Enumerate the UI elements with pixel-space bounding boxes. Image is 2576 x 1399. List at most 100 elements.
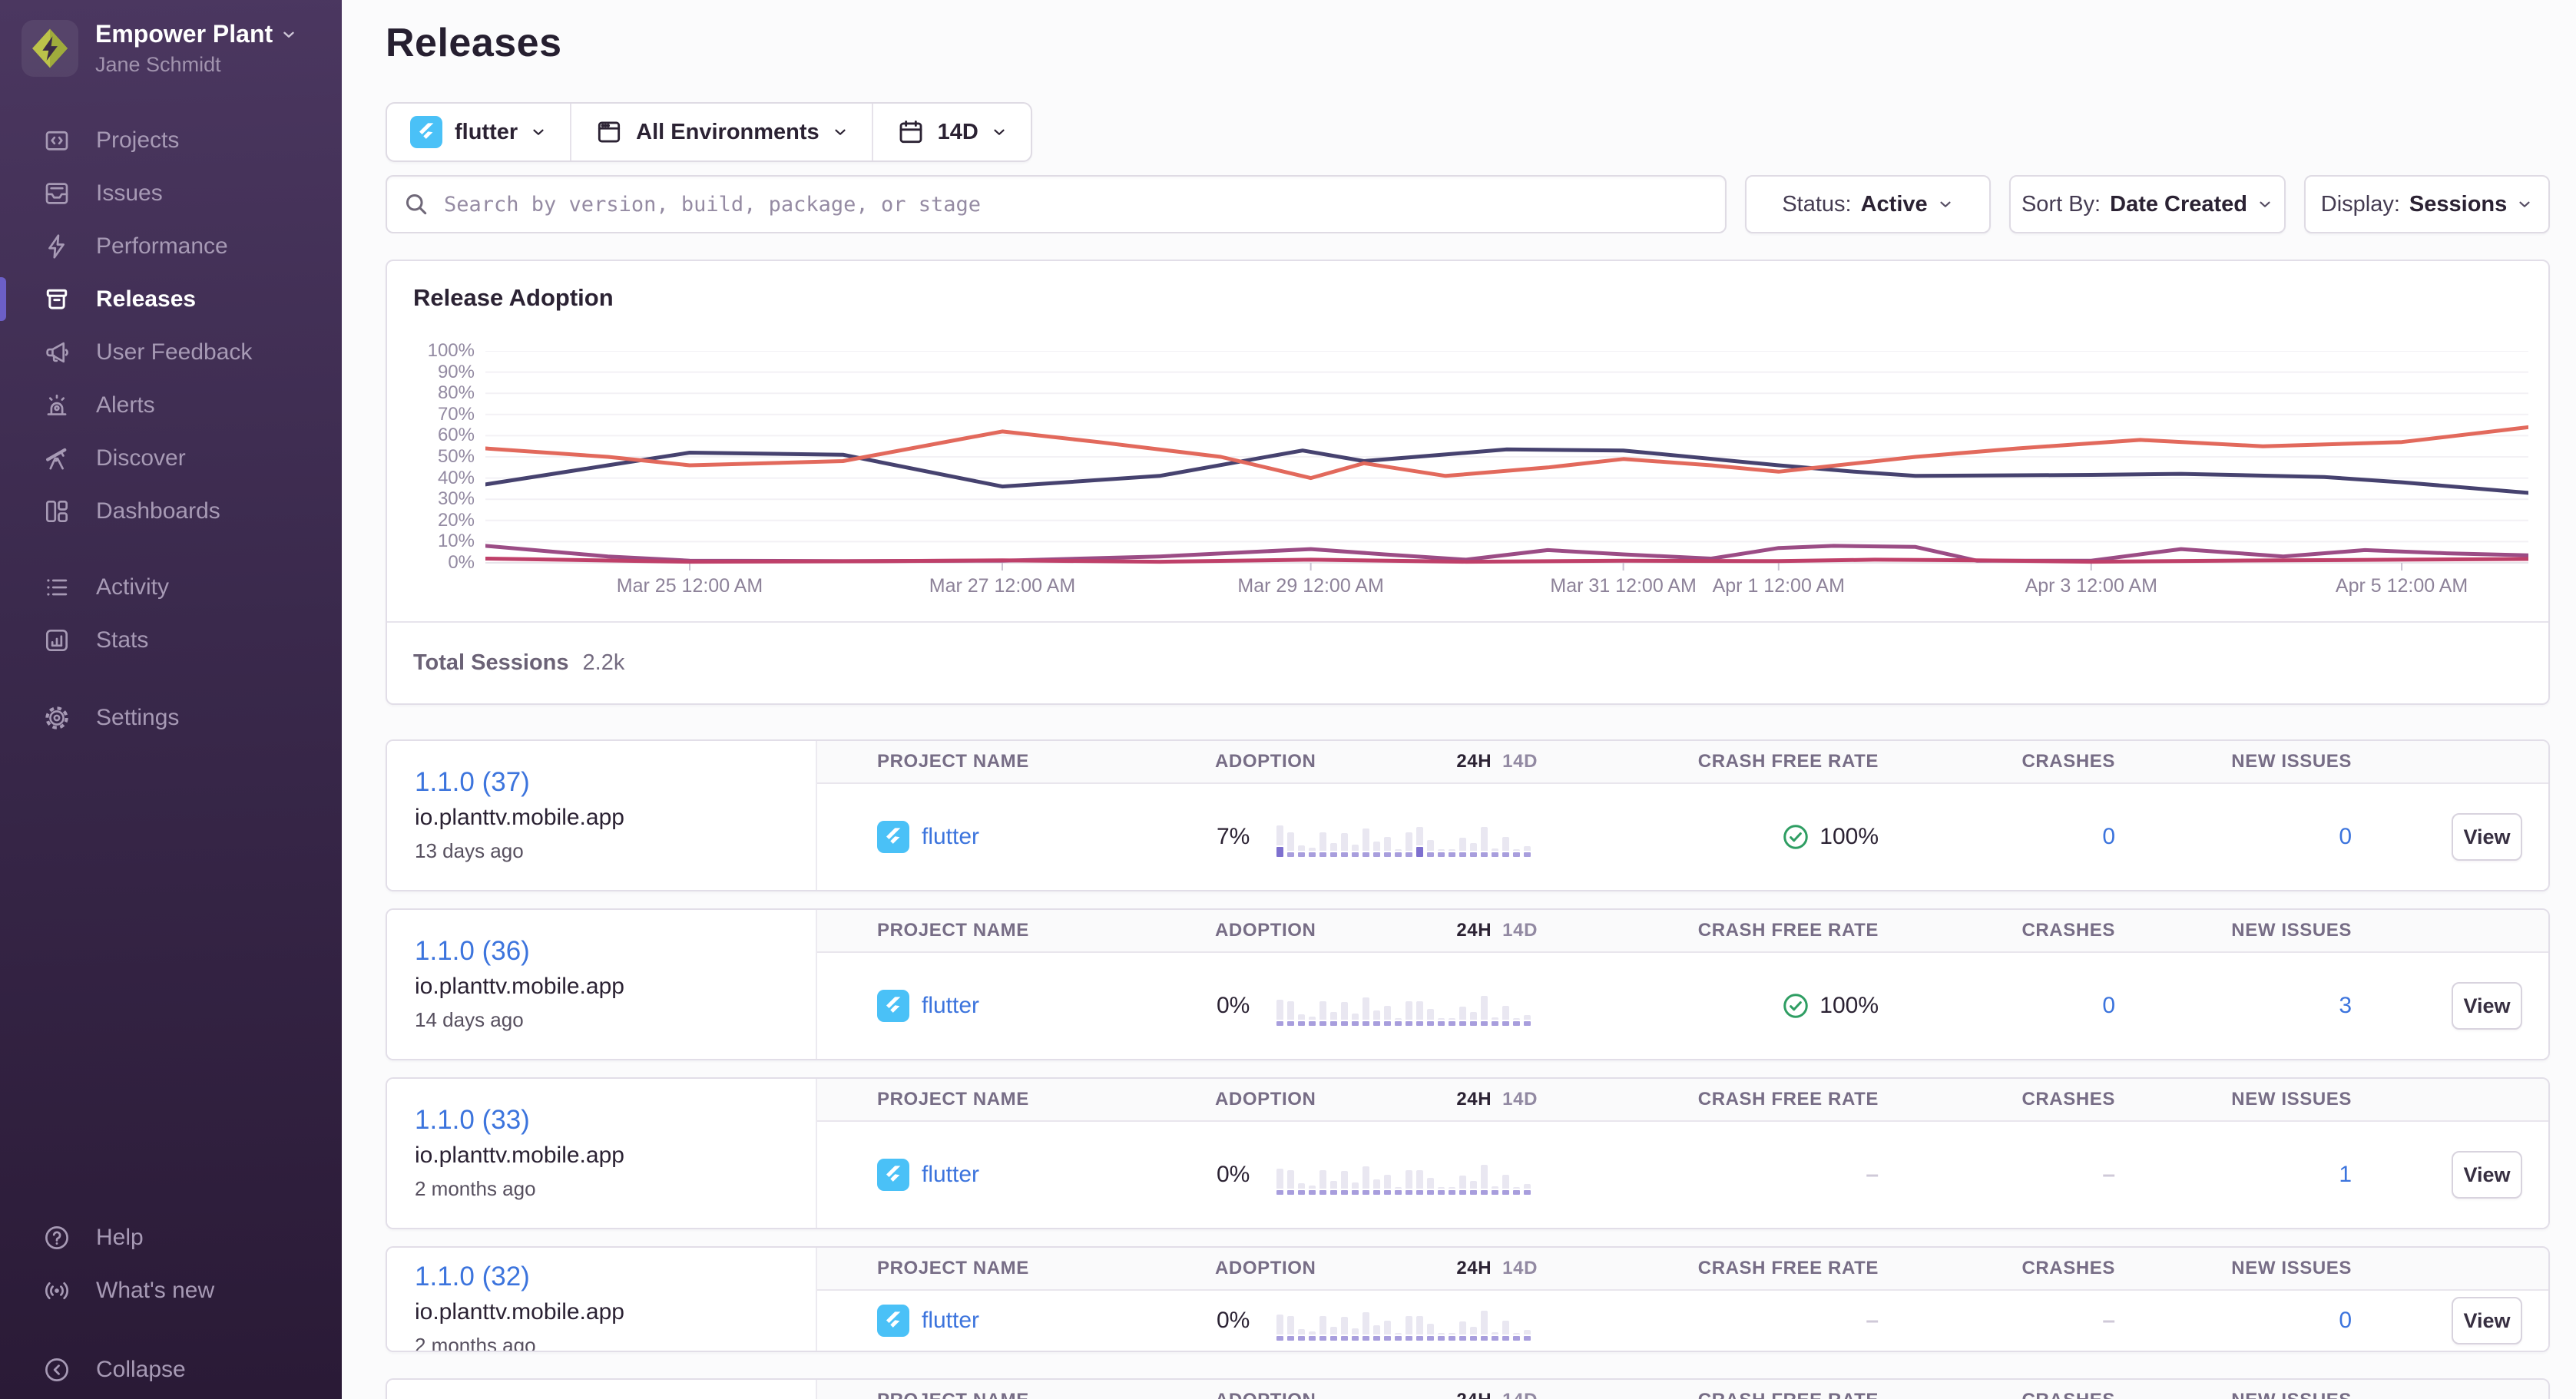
environment-filter[interactable]: All Environments [570,104,872,160]
sidebar: Empower Plant Jane Schmidt Projects Issue… [0,0,342,1399]
toggle-14d[interactable]: 14D [1502,1258,1538,1279]
crashes-link: – [2102,1162,2115,1188]
adoption-cell: 0% [1200,1291,1553,1351]
toggle-14d[interactable]: 14D [1502,1390,1538,1399]
column-header-project: PROJECT NAME [817,1248,1200,1291]
flutter-platform-icon [877,990,909,1022]
sessions-sparkline [1276,1301,1531,1341]
project-link[interactable]: flutter [922,824,979,850]
sidebar-item-discover[interactable]: Discover [0,432,342,485]
spark-range-toggle[interactable]: 24H 14D [1456,1258,1538,1279]
sidebar-item-issues[interactable]: Issues [0,167,342,220]
sidebar-item-projects[interactable]: Projects [0,114,342,167]
search-input[interactable] [386,175,1727,233]
adoption-value: 0% [1217,1308,1276,1334]
project-filter[interactable]: flutter [387,104,570,160]
release-version-link[interactable]: 1.1.0 (33) [415,1105,800,1136]
view-button[interactable]: View [2452,1151,2522,1199]
crashes-link[interactable]: 0 [2102,993,2115,1019]
actions-cell: View [2353,1291,2548,1351]
new-issues-link[interactable]: 1 [2339,1162,2352,1188]
sidebar-item-user-feedback[interactable]: User Feedback [0,326,342,379]
alerts-icon [41,390,72,421]
crashes-cell: – [1891,1291,2121,1351]
sidebar-item-label: Projects [96,127,179,154]
new-issues-cell: 0 [2121,1291,2353,1351]
main-content: Releases flutter All Environments 14D [342,0,2576,1399]
release-version-link[interactable]: 1.1.0 (36) [415,936,800,967]
status-dropdown[interactable]: Status: Active [1745,175,1991,233]
toggle-24h[interactable]: 24H [1456,1089,1492,1110]
toggle-14d[interactable]: 14D [1502,920,1538,941]
spark-range-toggle[interactable]: 24H 14D [1456,1390,1538,1399]
sort-by-dropdown[interactable]: Sort By: Date Created [2009,175,2286,233]
project-link[interactable]: flutter [922,993,979,1019]
sidebar-nav-main: Projects IssuesPerformance Releases User Fe… [0,114,342,537]
status-dropdown-value: Active [1861,192,1928,217]
spark-range-toggle[interactable]: 24H 14D [1456,1089,1538,1110]
toggle-14d[interactable]: 14D [1502,751,1538,772]
sidebar-item-dashboards[interactable]: Dashboards [0,485,342,537]
view-button[interactable]: View [2452,982,2522,1030]
project-link[interactable]: flutter [922,1162,979,1188]
column-header-crash-free-rate: CRASH FREE RATE [1553,741,1891,784]
user-name: Jane Schmidt [95,53,297,77]
crashes-link[interactable]: 0 [2102,824,2115,850]
actions-cell: View [2353,784,2548,890]
date-range-filter[interactable]: 14D [872,104,1031,160]
spark-range-toggle[interactable]: 24H 14D [1456,920,1538,941]
project-cell: flutter [817,1291,1200,1351]
sidebar-item-help[interactable]: Help [0,1211,342,1264]
y-axis-label: 100% [398,340,475,362]
chevron-down-icon [1937,196,1954,213]
column-header-adoption: ADOPTION 24H 14D [1200,1380,1553,1399]
column-header-actions [2353,1248,2548,1291]
chart-plot [485,351,2528,574]
adoption-cell: 0% [1200,953,1553,1059]
x-axis-label: Mar 27 12:00 AM [929,574,1075,597]
sidebar-item-performance[interactable]: Performance [0,220,342,273]
release-version-link[interactable]: 1.1.0 (32) [415,1262,800,1292]
toggle-24h[interactable]: 24H [1456,1258,1492,1279]
project-link[interactable]: flutter [922,1308,979,1334]
toggle-14d[interactable]: 14D [1502,1089,1538,1110]
project-cell: flutter [817,1122,1200,1228]
sidebar-item-whats-new[interactable]: What's new [0,1264,342,1317]
column-header-adoption: ADOPTION 24H 14D [1200,910,1553,953]
new-issues-link[interactable]: 3 [2339,993,2352,1019]
toggle-24h[interactable]: 24H [1456,1390,1492,1399]
new-issues-link[interactable]: 0 [2339,1308,2352,1334]
crash-free-cell: – [1553,1291,1891,1351]
toggle-24h[interactable]: 24H [1456,920,1492,941]
sidebar-item-activity[interactable]: Activity [0,561,342,614]
total-sessions-value: 2.2k [583,650,625,676]
sidebar-item-settings[interactable]: Settings [0,691,342,744]
sidebar-nav-footer: Help What's new Collapse [0,1211,342,1396]
x-axis-label: Mar 29 12:00 AM [1237,574,1383,597]
sidebar-item-label: What's new [96,1278,214,1304]
sidebar-item-collapse[interactable]: Collapse [0,1343,342,1396]
view-button[interactable]: View [2452,1297,2522,1344]
dashboards-icon [41,496,72,527]
new-issues-cell: 1 [2121,1122,2353,1228]
release-version-link[interactable]: 1.1.0 (37) [415,767,800,798]
total-sessions-row: Total Sessions 2.2k [387,621,2548,703]
display-dropdown[interactable]: Display: Sessions [2304,175,2550,233]
org-switcher[interactable]: Empower Plant Jane Schmidt [0,0,342,91]
toggle-24h[interactable]: 24H [1456,751,1492,772]
new-issues-link[interactable]: 0 [2339,824,2352,850]
sidebar-item-alerts[interactable]: Alerts [0,379,342,432]
view-button[interactable]: View [2452,813,2522,861]
spark-range-toggle[interactable]: 24H 14D [1456,751,1538,772]
release-app-id: io.planttv.mobile.app [415,1299,800,1325]
column-header-crash-free-rate: CRASH FREE RATE [1553,1380,1891,1399]
column-header-actions [2353,910,2548,953]
sidebar-item-label: Releases [96,286,196,313]
sidebar-item-releases[interactable]: Releases [0,273,342,326]
sidebar-item-stats[interactable]: Stats [0,614,342,666]
project-cell: flutter [817,784,1200,890]
x-axis-label: Apr 5 12:00 AM [2336,574,2468,597]
sidebar-item-label: Settings [96,705,179,731]
release-info: 1.1.0 (37) io.planttv.mobile.app 13 days… [387,741,817,890]
y-axis-label: 40% [398,468,475,489]
